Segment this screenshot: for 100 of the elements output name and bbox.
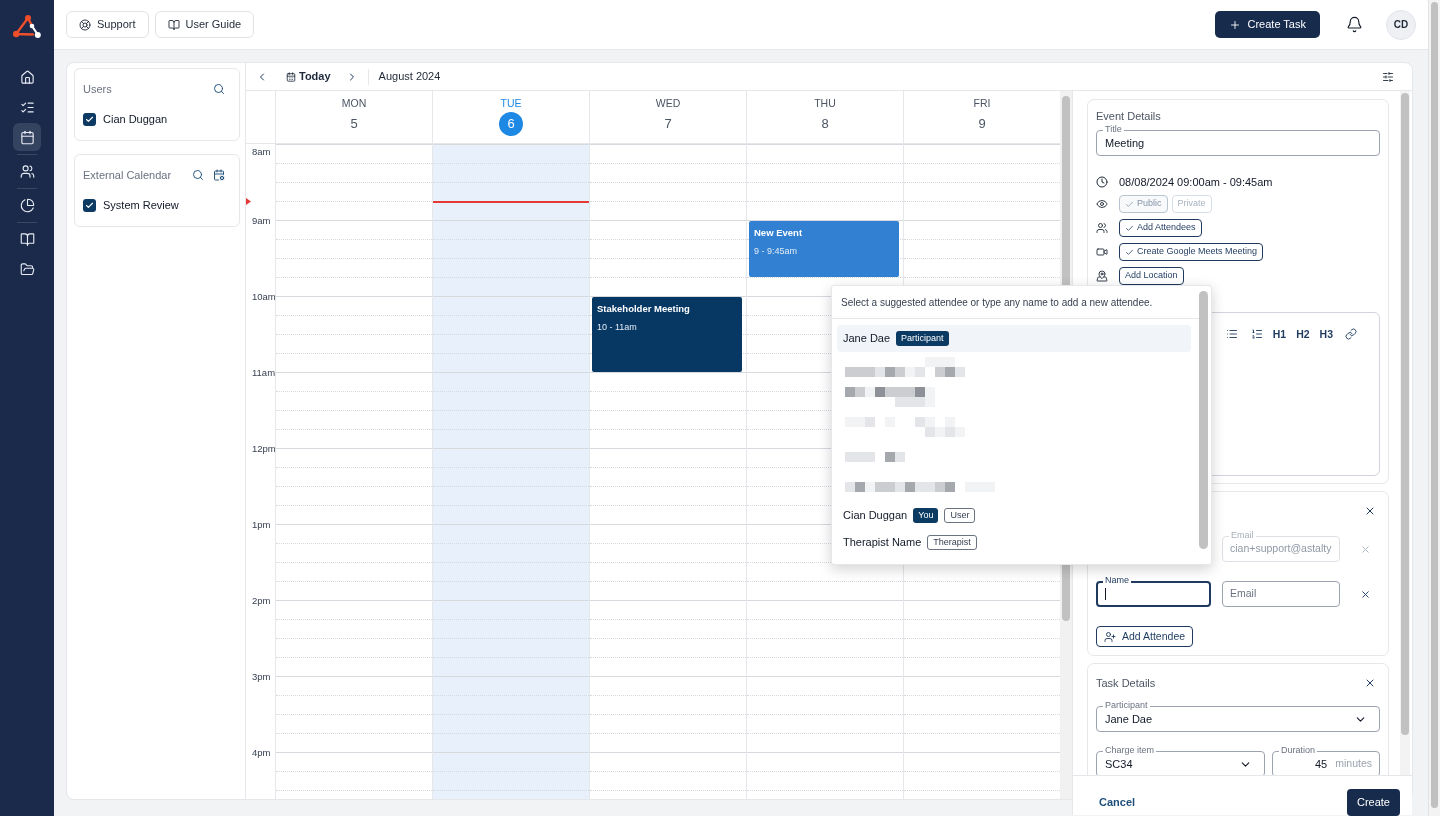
users-icon bbox=[1096, 222, 1108, 234]
day-date[interactable]: 6 bbox=[499, 112, 523, 136]
attendee-option[interactable]: Therapist Name Therapist bbox=[837, 529, 1191, 556]
field-label: Charge item bbox=[1103, 745, 1157, 756]
bullet-list-button[interactable] bbox=[1225, 328, 1238, 340]
close-button[interactable] bbox=[1364, 677, 1376, 689]
dropdown-hint: Select a suggested attendee or type any name to add a new attendee. bbox=[841, 295, 1153, 310]
field-label: Participant bbox=[1103, 700, 1150, 711]
check-icon bbox=[1125, 247, 1134, 257]
close-icon bbox=[1359, 543, 1371, 555]
field-label: Name bbox=[1103, 575, 1131, 586]
heading-button[interactable]: H2 bbox=[1296, 328, 1310, 340]
link-icon bbox=[1345, 328, 1357, 340]
numbered-list-button[interactable] bbox=[1250, 328, 1263, 340]
remove-attendee-button[interactable] bbox=[1359, 588, 1371, 600]
role-tag: You bbox=[913, 508, 939, 523]
event-title: Stakeholder Meeting bbox=[597, 303, 691, 315]
pie-chart-icon bbox=[19, 197, 35, 213]
bullet-list-icon bbox=[1225, 328, 1238, 340]
book-icon bbox=[167, 18, 180, 31]
create-task-button[interactable]: Create Task bbox=[1214, 11, 1320, 38]
day-date[interactable]: 9 bbox=[978, 112, 986, 136]
lifebuoy-icon bbox=[79, 18, 91, 31]
link-button[interactable] bbox=[1345, 328, 1357, 340]
close-icon bbox=[1364, 505, 1376, 517]
hour-label: 11am bbox=[252, 367, 275, 378]
calendar-icon bbox=[286, 71, 296, 82]
header-link-button[interactable]: Support bbox=[66, 11, 149, 38]
search-icon[interactable] bbox=[192, 169, 204, 181]
attendee-option[interactable]: Jane Dae Participant bbox=[837, 325, 1191, 352]
heading-button[interactable]: H3 bbox=[1319, 328, 1333, 340]
plus-icon bbox=[1228, 18, 1241, 31]
role-tag: Participant bbox=[896, 331, 949, 346]
scrollbar-thumb[interactable] bbox=[1431, 2, 1438, 808]
header-link-button[interactable]: User Guide bbox=[154, 11, 255, 38]
day-name: MON bbox=[341, 97, 367, 110]
day-date[interactable]: 7 bbox=[664, 112, 672, 136]
eye-icon bbox=[1096, 198, 1108, 210]
card-heading: Task Details bbox=[1096, 675, 1156, 691]
unit-label: minutes bbox=[1335, 756, 1372, 772]
option-chip[interactable]: Create Google Meets Meeting bbox=[1119, 243, 1264, 261]
scrollbar-thumb[interactable] bbox=[1401, 93, 1409, 735]
add-attendee-button[interactable]: Add Attendee bbox=[1096, 626, 1194, 647]
day-date[interactable]: 5 bbox=[350, 112, 358, 136]
cancel-button[interactable]: Cancel bbox=[1099, 789, 1136, 816]
event-time: 10 - 11am bbox=[597, 322, 638, 333]
month-label: August 2024 bbox=[378, 69, 441, 85]
field-label: Email bbox=[1229, 530, 1256, 541]
role-tag: User bbox=[944, 508, 976, 523]
close-button[interactable] bbox=[1364, 505, 1376, 517]
users-icon bbox=[19, 163, 35, 179]
heading-button[interactable]: H1 bbox=[1272, 328, 1287, 340]
check-icon bbox=[85, 200, 94, 210]
event-datetime: 08/08/2024 09:00am - 09:45am bbox=[1119, 174, 1273, 190]
event-time: 9 - 9:45am bbox=[754, 246, 799, 257]
close-icon bbox=[1359, 588, 1371, 600]
book-icon bbox=[19, 231, 35, 247]
create-button[interactable]: Create bbox=[1346, 789, 1400, 816]
hour-label: 2pm bbox=[252, 595, 272, 606]
view-settings-button[interactable] bbox=[1381, 69, 1395, 84]
sliders-icon bbox=[1382, 70, 1394, 83]
attendee-option[interactable]: Cian Duggan You User bbox=[837, 502, 1191, 529]
role-tag: Therapist bbox=[927, 535, 977, 550]
card-heading: Event Details bbox=[1096, 110, 1162, 123]
hour-label: 4pm bbox=[252, 747, 272, 758]
search-icon[interactable] bbox=[213, 83, 225, 95]
calendar-settings-icon[interactable] bbox=[213, 169, 225, 181]
panel-title: Users bbox=[83, 81, 112, 97]
folder-icon bbox=[19, 261, 35, 277]
day-name: FRI bbox=[973, 97, 991, 110]
logo-icon bbox=[13, 15, 41, 39]
filter-label: System Review bbox=[103, 197, 179, 213]
user-avatar[interactable]: CD bbox=[1386, 9, 1416, 40]
option-chip[interactable]: Add Attendees bbox=[1119, 219, 1202, 237]
today-button[interactable]: Today bbox=[286, 68, 331, 85]
check-icon bbox=[1125, 223, 1134, 233]
hour-label: 1pm bbox=[252, 519, 272, 530]
check-icon bbox=[85, 114, 94, 124]
email-field[interactable]: Email bbox=[1222, 581, 1340, 607]
nav-item[interactable] bbox=[13, 123, 41, 151]
scrollbar-thumb[interactable] bbox=[1199, 291, 1208, 549]
day-date[interactable]: 8 bbox=[821, 112, 829, 136]
day-name: WED bbox=[655, 97, 681, 110]
event-title: New Event bbox=[754, 227, 804, 239]
checklist-icon bbox=[19, 99, 35, 115]
hour-label: 8am bbox=[252, 146, 272, 157]
map-pin-icon bbox=[1096, 270, 1108, 282]
panel-title: External Calendar bbox=[83, 167, 172, 183]
checkbox[interactable] bbox=[83, 112, 96, 126]
day-name: TUE bbox=[500, 97, 522, 110]
hour-label: 12pm bbox=[252, 443, 275, 454]
calendar-event[interactable]: Stakeholder Meeting 10 - 11am bbox=[592, 297, 742, 372]
field-label: Duration bbox=[1279, 745, 1318, 756]
pixelated-name-drawing bbox=[845, 452, 905, 462]
video-icon bbox=[1096, 246, 1108, 258]
close-icon bbox=[1364, 677, 1376, 689]
filter-label: Cian Duggan bbox=[103, 111, 168, 127]
calendar-event[interactable]: New Event 9 - 9:45am bbox=[749, 221, 899, 277]
calendar-icon bbox=[19, 129, 35, 145]
checkbox[interactable] bbox=[83, 198, 96, 212]
